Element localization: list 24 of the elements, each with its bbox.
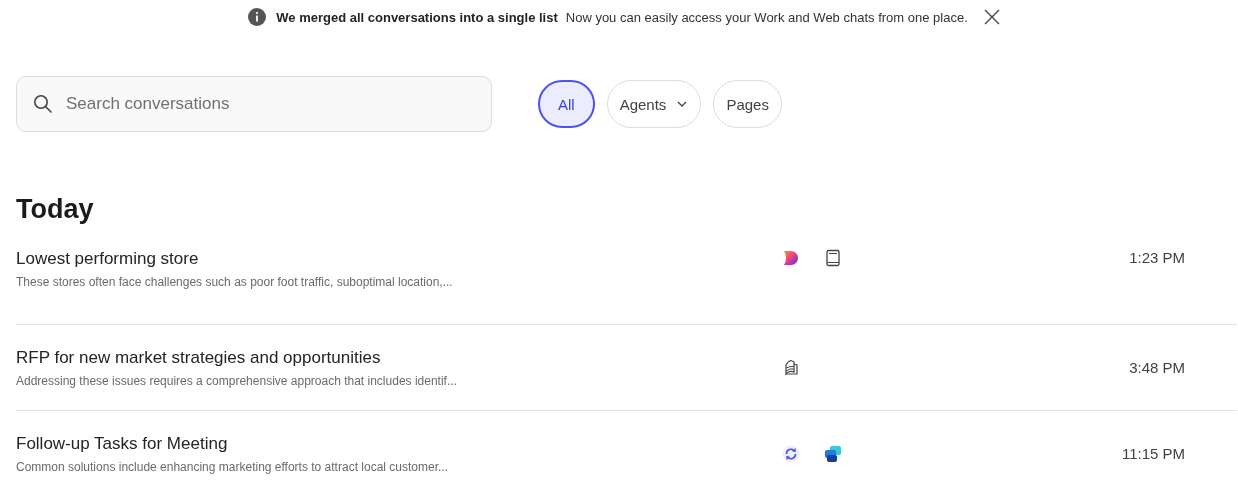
section-heading: Today xyxy=(16,194,95,225)
banner-message: Now you can easily access your Work and Web chats from one place. xyxy=(565,9,968,25)
close-icon xyxy=(983,9,1000,25)
conversation-preview: Common solutions include enhancing marketing efforts to attract local customer... xyxy=(16,459,449,474)
conversation-title[interactable]: Lowest performing store xyxy=(16,249,776,269)
filter-chip[interactable]: Pages xyxy=(713,80,782,128)
app-logo-icon xyxy=(782,249,800,267)
conversation-time: 11:15 PM xyxy=(1121,445,1186,462)
banner-title: We merged all conversations into a single list xyxy=(276,9,558,25)
close-button[interactable] xyxy=(983,9,1000,25)
conversation-time: 3:48 PM xyxy=(1129,359,1186,376)
conversation-title[interactable]: Follow-up Tasks for Meeting xyxy=(16,433,776,454)
conversation-title[interactable]: RFP for new market strategies and opportunities xyxy=(16,347,776,368)
sync-icon xyxy=(782,444,800,463)
conversation-preview: Addressing these issues requires a comprehensive approach that includes identif... xyxy=(16,373,458,388)
filter-chip[interactable]: All xyxy=(538,80,595,128)
blocks-icon xyxy=(824,444,842,463)
book-icon xyxy=(824,249,842,267)
info-icon xyxy=(248,8,267,26)
search-field[interactable]: Search conversations xyxy=(16,76,492,132)
notebook-icon xyxy=(782,358,800,377)
conversation-preview: These stores often face challenges such as poor foot traffic, suboptimal location,... xyxy=(16,275,454,289)
filter-chip[interactable]: Agents xyxy=(606,80,702,128)
conversation-time: 1:23 PM xyxy=(1129,249,1186,266)
